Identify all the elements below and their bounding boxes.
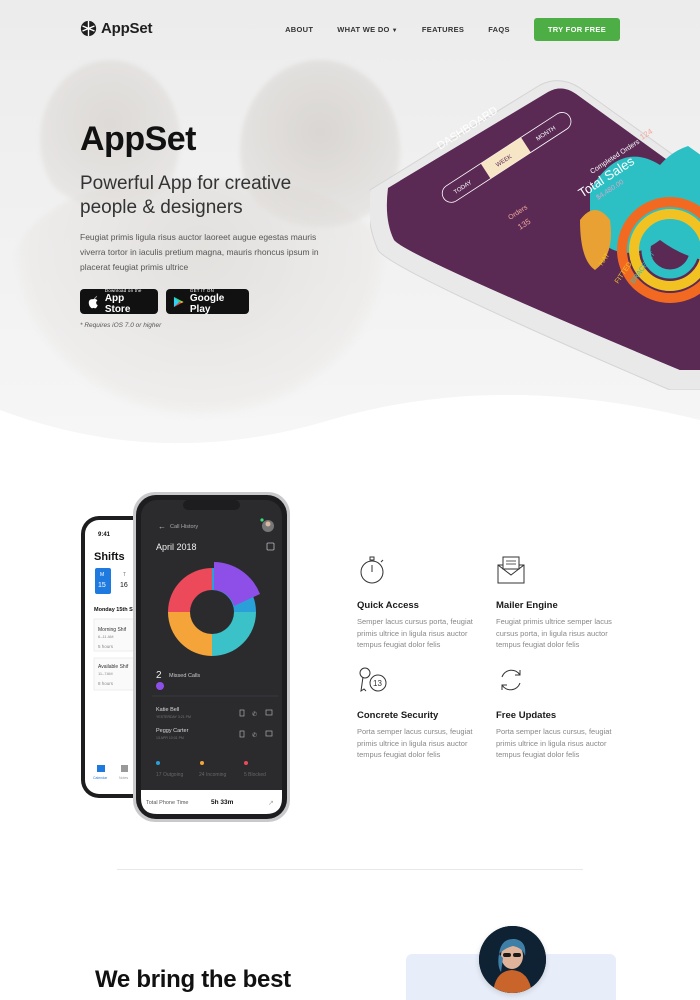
phone-icon[interactable]: ✆ <box>252 711 257 718</box>
back-phone-shift-1: Morning Shif <box>98 627 127 633</box>
feature-title: Mailer Engine <box>496 600 558 611</box>
caret-down-icon: ▼ <box>391 28 398 34</box>
feature-text: Feugiat primis ultrice semper lacus curs… <box>496 617 612 649</box>
store-buttons: Download on the App Store GET IT ON Goog… <box>80 288 249 315</box>
nav-link-features[interactable]: FEATURES <box>422 25 464 34</box>
brand-logo-icon <box>80 20 97 37</box>
refresh-icon <box>501 669 521 691</box>
feature-text: Semper lacus cursus porta, feugiat primi… <box>357 617 473 649</box>
feature-title: Quick Access <box>357 600 419 611</box>
nav-link-what-we-do-label: WHAT WE DO <box>337 25 390 34</box>
front-phone-missed-label: Missed Calls <box>169 673 200 679</box>
back-phone-shift-2-hours: 8 hours <box>98 681 114 686</box>
app-store-big-text: App Store <box>104 293 131 315</box>
back-phone-title: Shifts <box>94 551 125 563</box>
apple-icon <box>88 295 98 308</box>
feature-text: Porta semper lacus cursus, feugiat primi… <box>357 727 473 759</box>
front-phone-back-label: Call History <box>170 524 198 530</box>
total-phone-time-value: 5h 33m <box>211 799 234 806</box>
nav-links: ABOUT WHAT WE DO ▼ FEATURES FAQS TRY FOR … <box>285 18 620 41</box>
google-play-big-text: Google Play <box>189 293 225 315</box>
total-phone-time-label: Total Phone Time <box>146 800 189 806</box>
feature-title: Free Updates <box>496 710 557 721</box>
stat-outgoing: 17 Outgoing <box>156 772 183 778</box>
front-phone: ← Call History April 2018 2 Missed Calls… <box>133 492 290 822</box>
feature-free-updates: Free Updates Porta semper lacus cursus, … <box>496 665 624 761</box>
feature-title: Concrete Security <box>357 710 439 721</box>
front-phone-missed-count: 2 <box>156 670 162 681</box>
google-play-button[interactable]: GET IT ON Google Play <box>166 288 249 315</box>
nav-link-about[interactable]: ABOUT <box>285 25 313 34</box>
back-phone-shift-1-hours: 5 hours <box>98 644 114 649</box>
phone-icon[interactable]: ✆ <box>252 732 257 739</box>
try-for-free-button[interactable]: TRY FOR FREE <box>533 18 620 41</box>
stat-incoming: 24 Incoming <box>199 772 226 778</box>
phones-mockup: 9:41 Shifts M 15 T 16 Monday 15th S Morn… <box>81 492 290 822</box>
app-store-button[interactable]: Download on the App Store <box>80 288 158 315</box>
avatar <box>479 926 546 993</box>
envelope-icon <box>497 556 525 584</box>
svg-text:13: 13 <box>373 679 382 688</box>
feature-concrete-security: 13 Concrete Security Porta semper lacus … <box>357 665 485 761</box>
hero-title: AppSet <box>80 120 197 158</box>
back-phone-shift-1-time: 6–11 AM <box>98 634 114 639</box>
hero-subtitle: Powerful App for creative people & desig… <box>80 173 292 218</box>
ios-requirement-note: * Requires iOS 7.0 or higher <box>80 322 162 329</box>
back-arrow-icon[interactable]: ← <box>158 522 166 531</box>
back-phone-date-15: 15 <box>98 582 106 589</box>
call-name-1: Katie Bell <box>156 707 179 713</box>
back-phone-day-m: M <box>100 572 104 578</box>
feature-text: Porta semper lacus cursus, feugiat primi… <box>496 727 612 759</box>
back-phone-tab-calendar: Calendar <box>93 776 108 780</box>
call-time-2: 13 APR 10:01 PM <box>156 736 184 740</box>
call-name-2: Peggy Carter <box>156 728 189 734</box>
feature-quick-access: Quick Access Semper lacus cursus porta, … <box>357 555 485 651</box>
front-phone-month: April 2018 <box>156 542 197 552</box>
google-play-icon <box>173 296 184 307</box>
back-phone-tab-notes: Notes <box>119 776 128 780</box>
feature-mailer-engine: Mailer Engine Feugiat primis ultrice sem… <box>496 555 624 651</box>
nav-link-faqs[interactable]: FAQS <box>488 25 510 34</box>
back-phone-shift-2: Available Shif <box>98 664 129 670</box>
arrow-up-right-icon[interactable]: ↗ <box>268 800 274 807</box>
keys-icon: 13 <box>359 667 387 693</box>
stat-blocked: 5 Blocked <box>244 772 266 778</box>
back-phone-time: 9:41 <box>98 532 111 538</box>
section-divider <box>117 869 583 870</box>
back-phone-shift-2-time: 11–7AM <box>98 671 113 676</box>
stopwatch-icon <box>360 556 384 584</box>
call-time-1: YESTERDAY 3:21 PM <box>156 715 191 719</box>
top-navbar: AppSet ABOUT WHAT WE DO ▼ FEATURES FAQS T… <box>80 18 620 42</box>
back-phone-day-t: T <box>123 572 126 578</box>
hero-description: Feugiat primis ligula risus auctor laore… <box>80 232 319 272</box>
brand-logo[interactable]: AppSet <box>80 20 153 37</box>
hero-section: DASHBOARD TODAY WEEK MONTH Orders 135 Co… <box>0 0 700 445</box>
nav-link-what-we-do[interactable]: WHAT WE DO ▼ <box>337 25 398 34</box>
person-photo <box>479 926 546 993</box>
hero-phone-mockup: DASHBOARD TODAY WEEK MONTH Orders 135 Co… <box>370 80 700 390</box>
section-heading: We bring the best <box>95 966 291 993</box>
back-phone-heading: Monday 15th S <box>94 607 133 613</box>
brand-name: AppSet <box>101 20 153 37</box>
back-phone-date-16: 16 <box>120 582 128 589</box>
